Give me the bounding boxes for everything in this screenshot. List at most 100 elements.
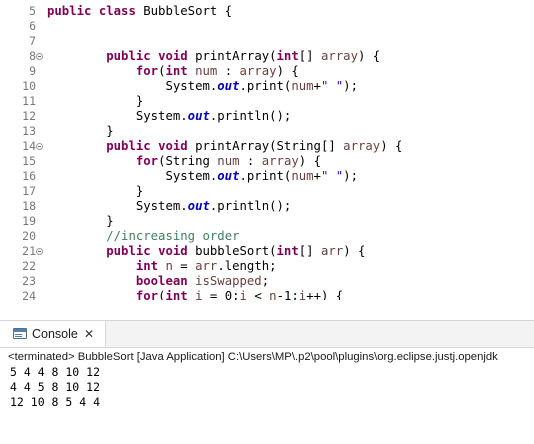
code-token: i	[195, 289, 203, 300]
code-token: .print(	[239, 169, 292, 183]
code-line[interactable]: for(int i = 0;i < n-1;i++) {	[47, 289, 343, 300]
line-number: 23	[22, 274, 36, 288]
line-number: 22	[22, 259, 36, 273]
code-token: );	[343, 79, 358, 93]
code-line[interactable]: for(String num : array) {	[47, 154, 321, 169]
code-token: out	[187, 199, 210, 213]
code-token: for	[135, 289, 159, 300]
code-token: ) {	[298, 154, 321, 168]
code-token: .print(	[239, 79, 292, 93]
code-token: ) {	[276, 64, 299, 78]
code-token: ) {	[380, 139, 403, 153]
code-token: void	[158, 49, 196, 63]
console-output-line: 12 10 8 5 4 4	[10, 395, 101, 409]
code-line[interactable]: public void bubbleSort(int[] arr) {	[47, 244, 365, 259]
code-token: []	[298, 244, 321, 258]
fold-collapse-icon[interactable]	[36, 248, 43, 255]
code-line[interactable]: System.out.println();	[47, 199, 292, 214]
code-editor[interactable]: 5 6 7 8 9 10 11 12 13 14 15 16 17 18 19 20 21 22 23 24 publ…	[0, 0, 534, 300]
code-line[interactable]: System.out.println();	[47, 109, 292, 124]
line-number: 18	[22, 199, 36, 213]
code-token: System.	[47, 199, 188, 213]
code-token: array	[320, 49, 358, 63]
code-token: System.	[47, 169, 218, 183]
code-line[interactable]: //increasing order	[47, 229, 239, 244]
code-token: i	[239, 289, 247, 300]
code-token: out	[217, 79, 240, 93]
code-token: (String	[158, 154, 218, 168]
code-token: " "	[320, 79, 344, 93]
fold-collapse-icon[interactable]	[36, 143, 43, 150]
console-output-line: 4 4 5 8 10 12	[10, 380, 101, 394]
line-number: 13	[22, 124, 36, 138]
code-token: }	[47, 214, 114, 228]
line-number: 20	[22, 229, 36, 243]
code-token: out	[187, 109, 210, 123]
code-token: for	[135, 154, 159, 168]
line-number: 6	[29, 19, 36, 33]
code-token: isSwapped	[195, 274, 262, 288]
line-number: 15	[22, 154, 36, 168]
code-token: }	[47, 94, 144, 108]
code-token: ) {	[343, 244, 366, 258]
code-token: n	[165, 259, 173, 273]
line-number: 24	[22, 289, 36, 300]
code-token: ++) {	[306, 289, 344, 300]
code-line[interactable]: boolean isSwapped;	[47, 274, 269, 289]
code-token: n	[269, 289, 277, 300]
line-number: 5	[29, 4, 36, 18]
code-line[interactable]: int n = arr.length;	[47, 259, 277, 274]
code-token: <	[246, 289, 270, 300]
code-token: :	[239, 154, 262, 168]
console-tab-bar: Console ✕	[0, 320, 534, 348]
code-line[interactable]: }	[47, 124, 114, 139]
line-number: 7	[29, 34, 36, 48]
code-token: array	[343, 139, 381, 153]
line-number-gutter: 5 6 7 8 9 10 11 12 13 14 15 16 17 18 19 20 21 22 23 24	[0, 0, 44, 300]
line-number: 21	[22, 244, 36, 258]
code-line[interactable]: for(int num : array) {	[47, 64, 299, 79]
code-token: bubbleSort(	[195, 244, 277, 258]
code-token: ;	[261, 274, 270, 288]
code-line[interactable]: public void printArray(String[] array) {	[47, 139, 402, 154]
code-token: array	[261, 154, 299, 168]
console-icon	[13, 328, 27, 339]
code-token: BubbleSort {	[143, 4, 233, 18]
code-token: );	[343, 169, 358, 183]
code-token: -1;	[276, 289, 299, 300]
code-line[interactable]: }	[47, 184, 143, 199]
code-token: System.	[47, 79, 218, 93]
line-number: 17	[22, 184, 36, 198]
tab-console[interactable]: Console ✕	[0, 321, 106, 347]
code-line[interactable]: public void printArray(int[] array) {	[47, 49, 380, 64]
code-line[interactable]: System.out.print(num+" ");	[47, 79, 358, 94]
fold-collapse-icon[interactable]	[36, 53, 43, 60]
code-token: printArray(String[]	[195, 139, 344, 153]
code-line[interactable]: System.out.print(num+" ");	[47, 169, 358, 184]
code-token: for	[135, 64, 159, 78]
console-output-line: 5 4 4 8 10 12	[10, 365, 101, 379]
code-line[interactable]: }	[47, 94, 143, 109]
code-token: int	[165, 64, 196, 78]
code-token: :	[217, 64, 240, 78]
code-token: System.	[47, 109, 188, 123]
code-token: void	[158, 244, 196, 258]
line-number: 16	[22, 169, 36, 183]
code-token: class	[98, 4, 144, 18]
code-token: public	[47, 4, 99, 18]
line-number: 11	[22, 94, 36, 108]
code-token: = 0;	[202, 289, 240, 300]
code-line[interactable]: }	[47, 214, 114, 229]
line-number: 9	[29, 64, 36, 78]
code-token: public	[106, 244, 159, 258]
code-token: }	[47, 124, 114, 138]
code-line[interactable]: public class BubbleSort {	[47, 4, 232, 19]
code-token: " "	[320, 169, 344, 183]
code-token: arr	[320, 244, 344, 258]
close-icon[interactable]: ✕	[84, 326, 94, 342]
